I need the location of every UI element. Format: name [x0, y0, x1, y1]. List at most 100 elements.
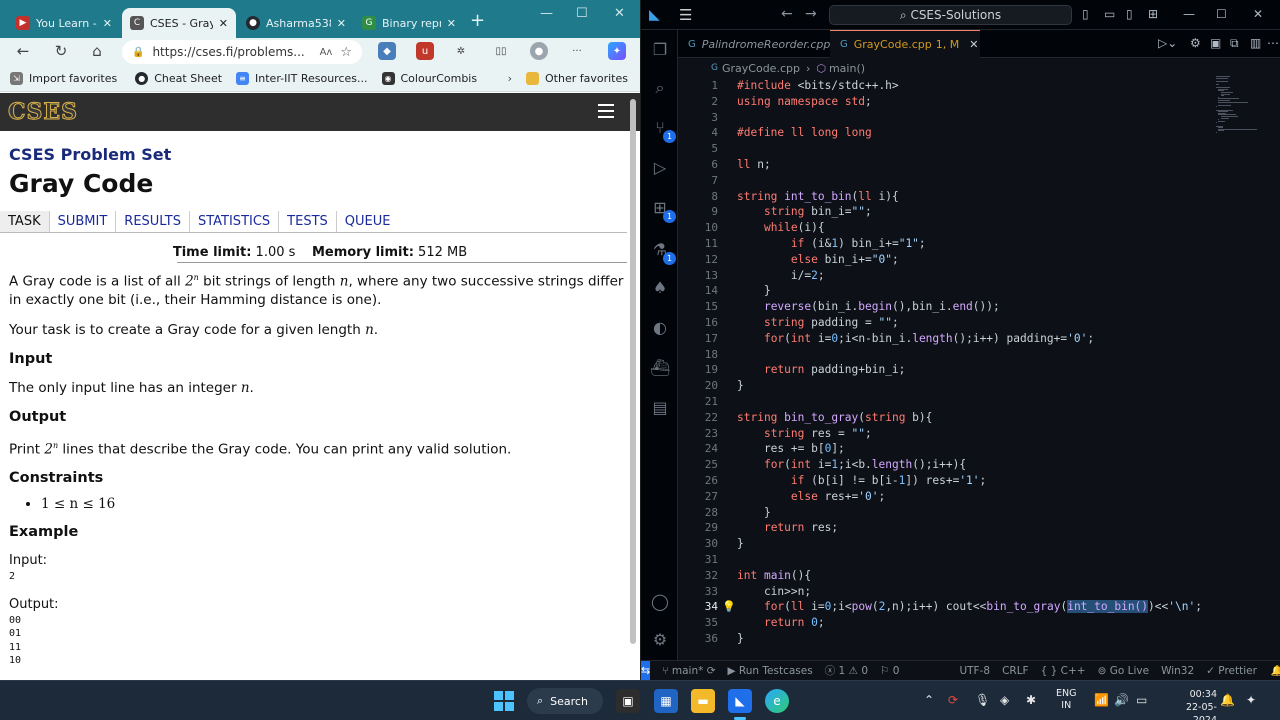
more-icon[interactable]: ··· [568, 42, 586, 60]
problems-status[interactable]: ⓧ 1 ⚠ 0 [825, 663, 868, 678]
run-debug-icon[interactable]: ▷ [650, 158, 670, 178]
wifi-icon[interactable]: 📶 [1094, 693, 1109, 707]
code-line[interactable]: 2 using namespace std; [678, 94, 1248, 110]
close-tab-icon[interactable]: ✕ [219, 17, 228, 30]
editor-tab[interactable]: G PalindromeReorder.cpp [678, 30, 830, 58]
browser-tab[interactable]: G Binary repres ✕ [354, 8, 464, 38]
remote-explorer-icon[interactable]: ◐ [650, 318, 670, 338]
close-window-icon[interactable]: ✕ [614, 6, 625, 21]
account-icon[interactable]: ◯ [650, 592, 670, 612]
tab-queue[interactable]: QUEUE [337, 211, 399, 232]
browser-tab[interactable]: ▶ You Learn - Y ✕ [8, 8, 120, 38]
split-editor-icon[interactable]: ▥ [1250, 36, 1261, 50]
volume-icon[interactable]: 🔊 [1114, 693, 1129, 707]
compare-icon[interactable]: ⧉ [1230, 36, 1239, 51]
home-icon[interactable]: ⌂ [86, 42, 108, 60]
task-view-icon[interactable]: ▣ [616, 689, 640, 713]
url-field[interactable]: 🔒 https://cses.fi/problems... Aʌ ☆ [122, 40, 362, 64]
info-status[interactable]: ⚐ 0 [880, 665, 899, 677]
extensions-icon[interactable]: ⊞ 1 [650, 198, 676, 223]
copilot-icon[interactable]: ✦ [608, 42, 626, 60]
back-icon[interactable]: ← [12, 42, 34, 60]
copilot-taskbar-icon[interactable]: ✦ [1246, 693, 1256, 707]
extension-icon[interactable]: ◆ [378, 42, 396, 60]
other-favorites[interactable]: Other favorites [526, 72, 628, 85]
tab-tests[interactable]: TESTS [279, 211, 337, 232]
close-tab-icon[interactable]: ✕ [103, 17, 112, 30]
microphone-icon[interactable]: 🎙 [975, 693, 990, 707]
code-line[interactable]: 13 i/=2; [678, 268, 1248, 284]
edge-icon[interactable]: e [765, 689, 789, 713]
code-line[interactable]: 31 [678, 552, 1248, 568]
code-line[interactable]: 36} [678, 631, 1248, 647]
sync-icon[interactable]: ⟳ [948, 693, 958, 707]
tab-results[interactable]: RESULTS [116, 211, 190, 232]
code-line[interactable]: 4 #define ll long long [678, 125, 1248, 141]
code-line[interactable]: 10 while(i){ [678, 220, 1248, 236]
code-line[interactable]: 8 string int_to_bin(ll i){ [678, 189, 1248, 205]
code-line[interactable]: 23 string res = ""; [678, 426, 1248, 442]
tab-task[interactable]: TASK [0, 211, 50, 232]
code-line[interactable]: 15 reverse(bin_i.begin(),bin_i.end()); [678, 299, 1248, 315]
code-line[interactable]: 3 [678, 110, 1248, 126]
encoding-status[interactable]: UTF-8 [959, 665, 990, 677]
command-center-search[interactable]: ⌕ CSES-Solutions [829, 5, 1072, 25]
code-line[interactable]: 21 [678, 394, 1248, 410]
chevron-right-icon[interactable]: › [508, 72, 512, 85]
gear-icon[interactable]: ⚙ [1190, 36, 1201, 50]
code-line[interactable]: 1 #include <bits/stdc++.h> [678, 78, 1248, 94]
favorite-import[interactable]: ⇲ Import favorites [10, 72, 117, 85]
favorite-star-icon[interactable]: ☆ [340, 45, 352, 60]
close-tab-icon[interactable]: ✕ [969, 38, 978, 51]
breadcrumb-file[interactable]: GrayCode.cpp [722, 62, 800, 75]
code-line[interactable]: 28 } [678, 505, 1248, 521]
code-line[interactable]: 26 if (b[i] != b[i-1]) res+='1'; [678, 473, 1248, 489]
code-line[interactable]: 6 ll n; [678, 157, 1248, 173]
go-live-button[interactable]: ⊚ Go Live [1098, 665, 1149, 677]
taskbar-search[interactable]: ⌕ Search [527, 688, 603, 714]
refresh-icon[interactable]: ↻ [50, 42, 72, 60]
run-code-icon[interactable]: ▷⌄ [1158, 36, 1177, 50]
code-line[interactable]: 20} [678, 378, 1248, 394]
language-status[interactable]: { } C++ [1041, 665, 1086, 677]
code-line[interactable]: 33 cin>>n; [678, 584, 1248, 600]
explorer-icon[interactable]: ❐ [650, 40, 670, 60]
ublock-icon[interactable]: u [416, 42, 434, 60]
page-scrollbar[interactable] [630, 99, 636, 644]
code-line[interactable]: 14 } [678, 283, 1248, 299]
profile-icon[interactable]: ● [530, 42, 548, 60]
browser-tab[interactable]: ● Asharma538/ ✕ [238, 8, 354, 38]
bluetooth-icon[interactable]: ✱ [1026, 693, 1036, 707]
docker-icon[interactable]: ⛴ [650, 358, 670, 378]
notifications-bell-icon[interactable]: 🔔 [1271, 664, 1280, 677]
code-line[interactable]: 30} [678, 536, 1248, 552]
read-aloud-icon[interactable]: Aʌ [320, 47, 333, 58]
minimize-icon[interactable]: — [1183, 7, 1195, 21]
code-line[interactable]: 25 for(int i=1;i<b.length();i++){ [678, 457, 1248, 473]
code-line[interactable]: 34 💡 for(ll i=0;i<pow(2,n);i++) cout<<bin… [678, 599, 1248, 615]
code-line[interactable]: 24 res += b[0]; [678, 441, 1248, 457]
editor-scrollbar[interactable] [1268, 76, 1278, 650]
testing-icon[interactable]: ⚗ 1 [650, 240, 676, 265]
code-line[interactable]: 32 int main(){ [678, 568, 1248, 584]
maximize-icon[interactable]: ☐ [576, 6, 588, 21]
code-line[interactable]: 12 else bin_i+="0"; [678, 252, 1248, 268]
toggle-panel-icon[interactable]: ▭ [1104, 7, 1115, 21]
open-preview-icon[interactable]: ▣ [1210, 36, 1221, 50]
problem-set-link[interactable]: CSES Problem Set [9, 145, 631, 165]
customize-layout-icon[interactable]: ⊞ [1148, 7, 1158, 21]
favorite-inter-iit[interactable]: ≡ Inter-IIT Resources... [236, 72, 368, 85]
split-screen-icon[interactable]: ▯▯ [492, 42, 510, 60]
hamburger-menu-icon[interactable] [598, 104, 614, 118]
language-indicator[interactable]: ENG IN [1056, 688, 1076, 712]
close-tab-icon[interactable]: ✕ [447, 17, 456, 30]
run-testcases-button[interactable]: ▶ Run Testcases [728, 665, 813, 677]
toggle-sidebar-icon[interactable]: ▯ [1082, 7, 1089, 21]
code-line[interactable]: 9 string bin_i=""; [678, 204, 1248, 220]
code-editor[interactable]: 1 #include <bits/stdc++.h> 2 using namespac… [678, 76, 1248, 650]
code-line[interactable]: 18 [678, 347, 1248, 363]
nav-forward-icon[interactable]: → [805, 6, 817, 22]
code-line[interactable]: 29 return res; [678, 520, 1248, 536]
breadcrumb-symbol[interactable]: main() [829, 62, 865, 75]
chevron-up-icon[interactable]: ⌃ [924, 693, 934, 707]
